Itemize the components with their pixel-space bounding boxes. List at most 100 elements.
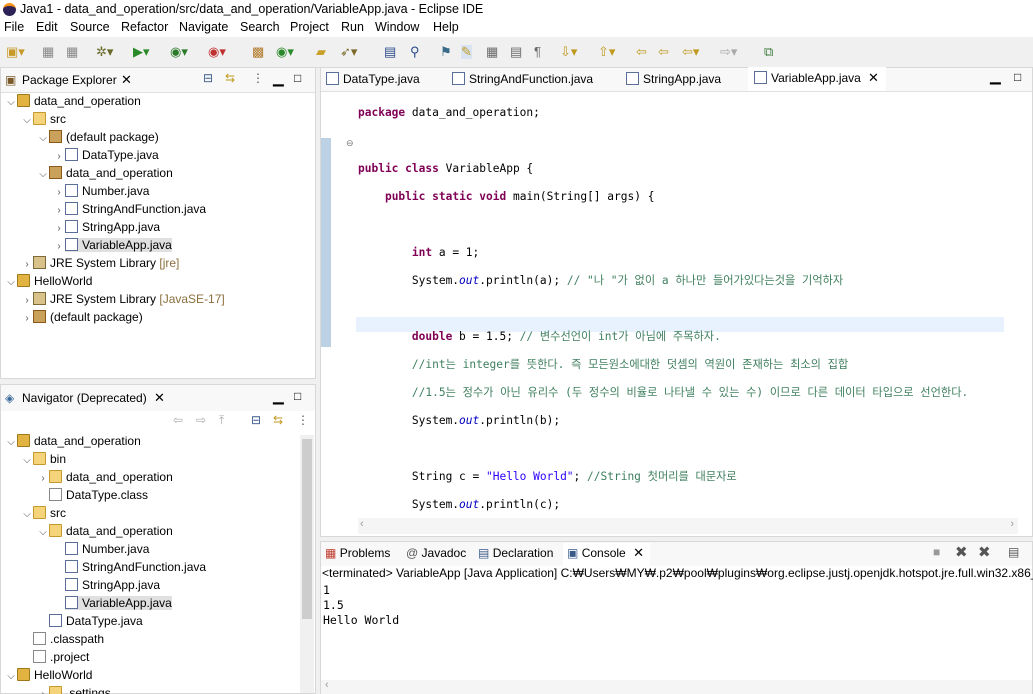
- tree-item[interactable]: ›.settings: [37, 684, 111, 694]
- remove-launch-icon[interactable]: ✖: [955, 543, 968, 561]
- external-tools-icon[interactable]: ◉▾: [208, 45, 226, 59]
- new-icon[interactable]: ▣▾: [6, 45, 25, 59]
- console-output[interactable]: 1 1.5 Hello World: [323, 583, 399, 628]
- console-horizontal-scrollbar[interactable]: ‹: [321, 679, 1032, 694]
- open-type-icon[interactable]: ▰: [316, 45, 326, 59]
- tree-item[interactable]: DataType.java: [37, 612, 143, 630]
- chevron-down-icon[interactable]: ⌵: [5, 434, 17, 452]
- fold-collapse-icon[interactable]: ⊖: [346, 138, 354, 149]
- chevron-down-icon[interactable]: ⌵: [37, 130, 49, 148]
- forward-icon[interactable]: ⇨: [196, 413, 206, 427]
- debug-icon[interactable]: ✲▾: [96, 45, 113, 59]
- chevron-down-icon[interactable]: ⌵: [37, 166, 49, 184]
- view-menu-icon[interactable]: ⋮: [297, 413, 309, 427]
- run-icon[interactable]: ▶▾: [133, 45, 150, 59]
- open-task-icon[interactable]: ⚲: [410, 45, 420, 59]
- maximize-icon[interactable]: □: [1014, 70, 1021, 84]
- close-icon[interactable]: ✕: [121, 72, 132, 88]
- open-perspective-icon[interactable]: ⧉: [764, 45, 773, 59]
- menu-file[interactable]: File: [4, 20, 24, 34]
- up-icon[interactable]: ⤒: [219, 413, 224, 428]
- chevron-down-icon[interactable]: ⌵: [21, 112, 33, 130]
- back-nav-icon[interactable]: ⇦▾: [682, 45, 699, 59]
- tree-item-selected[interactable]: VariableApp.java: [53, 594, 172, 612]
- new-class-icon[interactable]: ◉▾: [276, 45, 294, 59]
- menu-project[interactable]: Project: [290, 20, 329, 34]
- clear-console-icon[interactable]: ▤: [1008, 545, 1019, 559]
- tree-item[interactable]: ⌵ data_and_operation: [5, 432, 141, 450]
- chevron-down-icon[interactable]: ⌵: [21, 506, 33, 524]
- menu-run[interactable]: Run: [341, 20, 364, 34]
- tab-problems[interactable]: ▦ Problems: [325, 546, 390, 560]
- whitespace-icon[interactable]: ▤: [510, 45, 522, 59]
- back-icon[interactable]: ⇦: [173, 413, 183, 427]
- forward-icon[interactable]: ⇨▾: [720, 45, 737, 59]
- highlight-icon[interactable]: ✎: [461, 45, 472, 59]
- block-select-icon[interactable]: ▦: [486, 45, 498, 59]
- tree-item[interactable]: ⌵ data_and_operation: [5, 92, 141, 110]
- tree-item[interactable]: ⌵ HelloWorld: [5, 272, 92, 290]
- coverage-icon[interactable]: ◉▾: [170, 45, 188, 59]
- toggle-console-icon[interactable]: ▤: [384, 45, 396, 59]
- minimize-icon[interactable]: ▁: [273, 70, 284, 87]
- remove-all-launches-icon[interactable]: ✖: [978, 543, 991, 561]
- menu-search[interactable]: Search: [240, 20, 280, 34]
- chevron-down-icon[interactable]: ⌵: [21, 452, 33, 470]
- tree-item[interactable]: › StringApp.java: [53, 218, 160, 236]
- close-icon[interactable]: ✕: [633, 545, 644, 560]
- tab-declaration[interactable]: ▤ Declaration: [478, 546, 553, 560]
- mark-occurrences-icon[interactable]: ⚑: [440, 45, 452, 59]
- tree-item[interactable]: › DataType.java: [53, 146, 159, 164]
- tree-item[interactable]: › JRE System Library [jre]: [21, 254, 179, 272]
- pilcrow-icon[interactable]: ¶: [534, 45, 541, 59]
- collapse-all-icon[interactable]: ⊟: [203, 71, 213, 85]
- terminate-icon[interactable]: ■: [933, 545, 940, 559]
- menu-refactor[interactable]: Refactor: [121, 20, 168, 34]
- tree-item[interactable]: Number.java: [53, 540, 149, 558]
- minimize-icon[interactable]: ▁: [990, 68, 1001, 85]
- save-all-icon[interactable]: ▦: [66, 45, 78, 59]
- link-editor-icon[interactable]: ⇆: [273, 413, 283, 427]
- collapse-all-icon[interactable]: ⊟: [251, 413, 261, 427]
- maximize-icon[interactable]: □: [294, 71, 301, 85]
- tab-console[interactable]: ▣ Console ✕: [563, 543, 650, 566]
- tree-item[interactable]: ⌵ bin: [21, 450, 66, 468]
- minimize-icon[interactable]: ▁: [273, 388, 284, 405]
- tree-item[interactable]: DataType.class: [37, 486, 148, 504]
- view-menu-icon[interactable]: ⋮: [252, 71, 264, 85]
- menu-source[interactable]: Source: [70, 20, 110, 34]
- tab-stringandfunction-java[interactable]: StringAndFunction.java: [452, 68, 593, 90]
- tree-item[interactable]: StringApp.java: [53, 576, 160, 594]
- chevron-down-icon[interactable]: ⌵: [5, 274, 17, 292]
- navigator-title[interactable]: Navigator (Deprecated): [22, 391, 147, 405]
- package-explorer-title[interactable]: Package Explorer: [22, 73, 117, 87]
- menu-edit[interactable]: Edit: [36, 20, 58, 34]
- editor-vertical-scrollbar[interactable]: [1018, 92, 1032, 516]
- maximize-icon[interactable]: □: [294, 389, 301, 403]
- tree-item[interactable]: StringAndFunction.java: [53, 558, 206, 576]
- close-icon[interactable]: ✕: [868, 67, 879, 89]
- menu-help[interactable]: Help: [433, 20, 459, 34]
- tree-item[interactable]: ⌵ src: [21, 110, 66, 128]
- tab-javadoc[interactable]: @ Javadoc: [406, 546, 466, 560]
- search-tool-icon[interactable]: ➶▾: [340, 45, 357, 59]
- tab-variableapp-java[interactable]: VariableApp.java ✕: [748, 67, 886, 91]
- tree-item[interactable]: ⌵ data_and_operation: [37, 164, 173, 182]
- tree-item[interactable]: ⌵ data_and_operation: [37, 522, 173, 540]
- menu-navigate[interactable]: Navigate: [179, 20, 228, 34]
- next-annotation-icon[interactable]: ⇩▾: [560, 45, 577, 59]
- tree-item[interactable]: ⌵ src: [21, 504, 66, 522]
- tab-stringapp-java[interactable]: StringApp.java: [626, 68, 721, 90]
- back-icon[interactable]: ⇦: [658, 45, 669, 59]
- tree-item[interactable]: › StringAndFunction.java: [53, 200, 206, 218]
- link-editor-icon[interactable]: ⇆: [225, 71, 235, 85]
- tree-item[interactable]: ⌵ (default package): [37, 128, 159, 146]
- chevron-down-icon[interactable]: ⌵: [37, 524, 49, 542]
- editor-horizontal-scrollbar[interactable]: ‹ ›: [358, 518, 1018, 534]
- chevron-right-icon[interactable]: ›: [37, 686, 49, 694]
- new-package-icon[interactable]: ▩: [252, 45, 264, 59]
- menu-window[interactable]: Window: [375, 20, 419, 34]
- last-edit-icon[interactable]: ⇦: [636, 45, 647, 59]
- tree-item[interactable]: ⌵ HelloWorld: [5, 666, 92, 684]
- prev-annotation-icon[interactable]: ⇧▾: [598, 45, 615, 59]
